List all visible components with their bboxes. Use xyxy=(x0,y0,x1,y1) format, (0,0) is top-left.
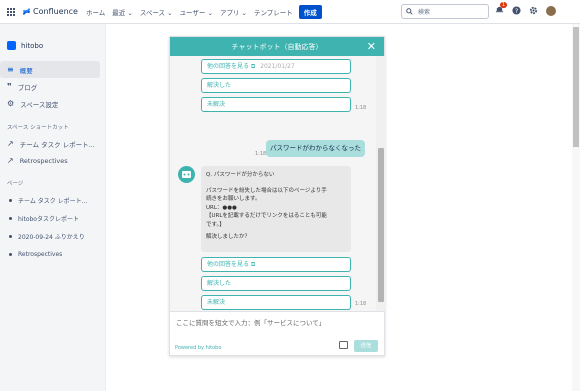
shortcut-label: チーム タスク レポート... xyxy=(19,140,95,149)
external-link-icon: ⧉ xyxy=(250,63,256,70)
link-icon: ↗ xyxy=(7,156,14,165)
page-item[interactable]: Retrospectives xyxy=(0,245,105,263)
space-icon xyxy=(7,41,16,50)
chatbot-window: チャットボット（自動応答） ✕ 他の回答を見る ⧉ 2021/01/27 解決し… xyxy=(169,36,386,356)
user-avatar[interactable] xyxy=(546,5,556,16)
search-placeholder: 検索 xyxy=(418,9,431,16)
option-label: 他の回答を見る xyxy=(207,261,250,268)
option-label: 他の回答を見る xyxy=(207,63,250,70)
shortcut-item-team-task[interactable]: ↗ チーム タスク レポート... xyxy=(0,135,100,152)
option-other-answers[interactable]: 他の回答を見る ⧉ xyxy=(201,257,351,272)
nav-recent[interactable]: 最近 ⌄ xyxy=(112,7,133,17)
logo-text: Confluence xyxy=(33,7,78,16)
sidebar-item-blog[interactable]: ❞ ブログ xyxy=(0,78,100,95)
search-input[interactable]: 検索 xyxy=(401,4,489,19)
option-solved[interactable]: 解決した xyxy=(201,78,351,93)
sidebar-item-label: ブログ xyxy=(17,83,38,92)
bot-line: パスワードを紛失した場合は以下のページより手 xyxy=(206,187,327,194)
image-upload-icon[interactable] xyxy=(339,341,348,349)
quote-icon: ❞ xyxy=(7,82,12,91)
nav-apps[interactable]: アプリ ⌄ xyxy=(220,7,247,17)
nav-people[interactable]: ユーザー ⌄ xyxy=(180,7,213,17)
chatbot-title: チャットボット（自動応答） xyxy=(231,42,323,51)
sidebar-item-label: スペース設定 xyxy=(20,100,59,109)
bullet-icon xyxy=(9,216,12,220)
space-sidebar: hitobo ≡ 概要 ❞ ブログ ⚙ スペース設定 スペース ショートカット … xyxy=(0,24,106,391)
nav-home[interactable]: ホーム xyxy=(86,7,105,17)
link-icon: ↗ xyxy=(7,139,14,148)
message-time: 1:18 xyxy=(355,105,367,111)
page-scrollbar[interactable] xyxy=(572,24,580,391)
app-switcher-icon[interactable] xyxy=(7,7,15,16)
page-label: チーム タスク レポート... xyxy=(18,197,88,205)
notifications-button[interactable]: 1 xyxy=(495,2,508,16)
bot-line: です。】 xyxy=(206,221,225,228)
option-solved[interactable]: 解決した xyxy=(201,276,351,291)
option-other-answers[interactable]: 他の回答を見る ⧉ 2021/01/27 xyxy=(201,59,351,74)
bot-line: 続きをお願いします。 xyxy=(206,196,261,202)
gear-icon[interactable] xyxy=(529,6,538,15)
confluence-logo[interactable]: Confluence xyxy=(22,7,78,16)
scrollbar-thumb[interactable] xyxy=(378,148,384,302)
option-unsolved[interactable]: 未解決 xyxy=(201,295,351,310)
page-scrollbar-thumb[interactable] xyxy=(573,27,579,147)
bot-question: Q. パスワードが分からない xyxy=(206,172,275,178)
shortcut-item-retrospectives[interactable]: ↗ Retrospectives xyxy=(0,152,100,169)
bot-line: URL：●●● xyxy=(206,204,237,211)
message-date: 2021/01/27 xyxy=(260,63,295,70)
bullet-icon xyxy=(9,234,12,238)
page-label: Retrospectives xyxy=(18,250,63,258)
sidebar-item-space-settings[interactable]: ⚙ スペース設定 xyxy=(0,95,100,112)
bot-line: 【URLを記載するだけでリンクをはることも可能 xyxy=(206,213,327,219)
bullet-icon xyxy=(9,252,12,256)
bullet-icon xyxy=(9,198,12,202)
user-message: パスワードがわからなくなった xyxy=(266,140,365,157)
send-button[interactable]: 送信 xyxy=(354,340,378,352)
space-name[interactable]: hitobo xyxy=(21,42,43,50)
sidebar-item-label: 概要 xyxy=(19,66,33,75)
powered-by-link[interactable]: Powered by hitobo xyxy=(175,345,221,351)
create-button[interactable]: 作成 xyxy=(298,4,322,19)
overview-icon: ≡ xyxy=(7,65,14,74)
gear-icon: ⚙ xyxy=(7,99,15,108)
chat-scrollbar[interactable] xyxy=(376,56,386,311)
external-link-icon: ⧉ xyxy=(250,261,256,268)
bot-message: Q. パスワードが分からない パスワードを紛失した場合は以下のページより手 続き… xyxy=(201,166,351,252)
nav-templates[interactable]: テンプレート xyxy=(254,7,293,17)
help-icon[interactable]: ? xyxy=(512,6,521,15)
top-navigation-bar: Confluence ホーム 最近 ⌄ スペース ⌄ ユーザー ⌄ アプリ ⌄ … xyxy=(0,0,580,24)
shortcut-label: Retrospectives xyxy=(19,156,68,165)
shortcuts-heading: スペース ショートカット xyxy=(7,125,69,131)
message-time: 1:18 xyxy=(255,151,267,157)
chatbot-header: チャットボット（自動応答） ✕ xyxy=(170,37,384,56)
page-item[interactable]: チーム タスク レポート... xyxy=(0,191,105,209)
confluence-logo-icon xyxy=(22,7,31,16)
bot-avatar-icon xyxy=(178,166,195,183)
svg-text:?: ? xyxy=(515,8,518,15)
page-label: 2020-09-24 ふりかえり xyxy=(18,233,85,241)
chat-input-area: ここに質問を短文で入力：例「サービスについて」 Powered by hitob… xyxy=(170,311,384,355)
bot-line: 解決しましたか？ xyxy=(206,234,251,240)
option-unsolved[interactable]: 未解決 xyxy=(201,97,351,112)
page-item[interactable]: hitoboタスクレポート xyxy=(0,209,105,227)
notification-badge: 1 xyxy=(500,2,508,8)
page-label: hitoboタスクレポート xyxy=(18,215,79,223)
chat-messages[interactable]: 他の回答を見る ⧉ 2021/01/27 解決した 未解決 1:18 1:18 … xyxy=(170,56,376,311)
sidebar-item-overview[interactable]: ≡ 概要 xyxy=(0,61,100,78)
message-time: 1:18 xyxy=(355,301,367,307)
search-icon xyxy=(406,8,413,15)
chat-input[interactable]: ここに質問を短文で入力：例「サービスについて」 xyxy=(176,317,325,327)
nav-spaces[interactable]: スペース ⌄ xyxy=(140,7,173,17)
pages-heading: ページ xyxy=(7,181,24,187)
page-item[interactable]: 2020-09-24 ふりかえり xyxy=(0,227,105,245)
close-icon[interactable]: ✕ xyxy=(367,40,376,53)
